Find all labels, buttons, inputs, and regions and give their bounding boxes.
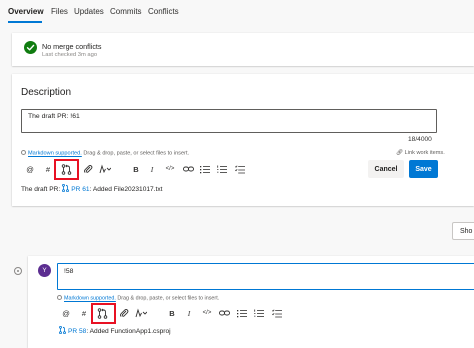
- mention-icon[interactable]: @: [24, 163, 36, 175]
- hashtag-icon[interactable]: #: [42, 163, 54, 175]
- merge-status-subtitle: Last checked 3m ago: [42, 52, 98, 58]
- hashtag-icon[interactable]: #: [78, 307, 90, 319]
- info-icon: [57, 295, 62, 300]
- checklist-icon[interactable]: [234, 163, 246, 175]
- tab-overview[interactable]: Overview: [8, 7, 44, 16]
- link-work-items[interactable]: 🔗︎ Link work items.: [396, 150, 445, 156]
- pr-58-title: : Added FunctionApp1.csproj: [86, 328, 171, 335]
- description-heading: Description: [21, 87, 72, 98]
- markdown-supported-link[interactable]: Markdown supported.: [28, 151, 82, 157]
- tab-files[interactable]: Files: [51, 7, 68, 16]
- cancel-button[interactable]: Cancel: [368, 160, 404, 178]
- comment-thread-icon: [14, 267, 22, 275]
- highlight-icon[interactable]: [99, 163, 111, 175]
- attach-icon[interactable]: [82, 163, 94, 175]
- markdown-supported-link[interactable]: Markdown supported.: [64, 296, 116, 302]
- tab-conflicts[interactable]: Conflicts: [148, 7, 179, 16]
- link-work-items-label[interactable]: Link work items.: [405, 150, 445, 156]
- tab-updates[interactable]: Updates: [74, 7, 104, 16]
- check-icon: [24, 41, 37, 54]
- bulleted-list-icon[interactable]: [236, 307, 248, 319]
- code-icon[interactable]: </>: [164, 163, 176, 175]
- italic-icon[interactable]: I: [146, 163, 158, 175]
- link-icon[interactable]: [182, 163, 194, 175]
- markdown-hint-text: Drag & drop, paste, or select files to i…: [115, 295, 220, 302]
- checklist-icon[interactable]: [271, 307, 283, 319]
- bold-icon[interactable]: B: [130, 163, 142, 175]
- bulleted-list-icon[interactable]: [199, 163, 211, 175]
- markdown-hint-text: Drag & drop, paste, or select files to i…: [81, 150, 190, 157]
- pr-58-link[interactable]: PR 58: [68, 328, 86, 335]
- info-icon: [21, 150, 26, 155]
- pull-request-icon: [62, 183, 70, 194]
- tab-bar: Overview Files Updates Commits Conflicts: [0, 0, 474, 24]
- mention-icon[interactable]: @: [60, 307, 72, 319]
- italic-icon[interactable]: I: [183, 307, 195, 319]
- description-text[interactable]: The draft PR: !61: [28, 113, 80, 120]
- pr-61-title: : Added File20231017.txt: [89, 186, 163, 193]
- tab-commits[interactable]: Commits: [110, 7, 142, 16]
- avatar: Y: [38, 264, 51, 277]
- pr-61-link[interactable]: PR 61: [71, 186, 89, 193]
- link-icon: 🔗︎: [396, 150, 404, 156]
- description-textarea[interactable]: [21, 109, 437, 133]
- attach-icon[interactable]: [118, 307, 130, 319]
- pull-request-highlight: [54, 159, 79, 180]
- comment-preview: PR 58: Added FunctionApp1.csproj: [57, 325, 171, 336]
- comment-text[interactable]: !58: [64, 268, 73, 275]
- show-button[interactable]: Sho: [452, 222, 474, 240]
- bold-icon[interactable]: B: [166, 307, 178, 319]
- merge-status-title: No merge conflicts: [42, 42, 102, 51]
- pull-request-highlight: [91, 303, 116, 324]
- comment-textarea[interactable]: [57, 263, 474, 290]
- pull-request-icon: [59, 325, 66, 336]
- description-preview: The draft PR: PR 61: Added File20231017.t…: [21, 183, 163, 194]
- markdown-hint: Markdown supported. Drag & drop, paste, …: [21, 150, 189, 157]
- save-button[interactable]: Save: [409, 160, 438, 178]
- active-tab-indicator: [8, 21, 42, 23]
- character-counter: 18/4000: [408, 136, 432, 143]
- code-icon[interactable]: </>: [201, 307, 213, 319]
- preview-prefix: The draft PR:: [21, 186, 61, 193]
- highlight-icon[interactable]: [135, 307, 147, 319]
- link-icon[interactable]: [218, 307, 230, 319]
- numbered-list-icon[interactable]: [253, 307, 265, 319]
- markdown-hint: Markdown supported. Drag & drop, paste, …: [57, 295, 219, 302]
- numbered-list-icon[interactable]: [216, 163, 228, 175]
